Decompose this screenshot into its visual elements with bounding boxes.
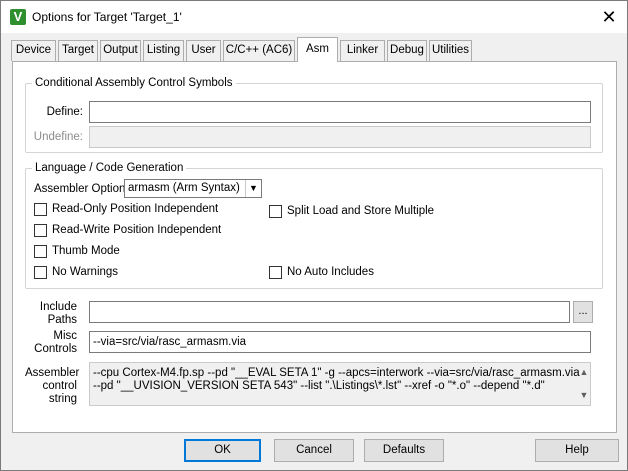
tab-output[interactable]: Output (100, 40, 141, 61)
undefine-label: Undefine: (33, 131, 83, 143)
tab-linker[interactable]: Linker (340, 40, 385, 61)
define-label: Define: (46, 106, 83, 118)
read-only-pi-checkbox[interactable] (34, 203, 47, 216)
ok-button[interactable]: OK (184, 439, 261, 462)
help-button[interactable]: Help (535, 439, 619, 462)
no-warnings-checkbox[interactable] (34, 266, 47, 279)
read-write-pi-label: Read-Write Position Independent (52, 224, 222, 236)
no-auto-includes-label: No Auto Includes (287, 266, 374, 278)
app-icon: V (10, 9, 26, 25)
misc-controls-input[interactable]: --via=src/via/rasc_armasm.via (89, 331, 591, 353)
tab-target[interactable]: Target (58, 40, 98, 61)
tab-user[interactable]: User (186, 40, 221, 61)
assembler-control-line-2: --pd "__UVISION_VERSION SETA 543" --list… (93, 380, 545, 392)
define-input[interactable] (89, 101, 591, 123)
tab-debug[interactable]: Debug (387, 40, 427, 61)
language-code-generation-title: Language / Code Generation (32, 162, 187, 174)
tab-listing[interactable]: Listing (143, 40, 184, 61)
tab-c-cpp[interactable]: C/C++ (AC6) (223, 40, 295, 61)
assembler-option-value: armasm (Arm Syntax) (128, 182, 240, 194)
include-paths-input[interactable] (89, 301, 570, 323)
misc-controls-label-line2: Controls (34, 343, 77, 355)
scroll-down-icon[interactable]: ▼ (578, 389, 590, 401)
tab-asm[interactable]: Asm (297, 37, 338, 62)
include-paths-label-line2: Paths (47, 314, 77, 326)
conditional-assembly-title: Conditional Assembly Control Symbols (32, 77, 236, 89)
scroll-up-icon[interactable]: ▲ (578, 366, 590, 378)
no-auto-includes-checkbox[interactable] (269, 266, 282, 279)
assembler-control-string-textarea[interactable]: --cpu Cortex-M4.fp.sp --pd "__EVAL SETA … (89, 362, 591, 406)
assembler-control-label-line3: string (48, 393, 77, 405)
tab-device[interactable]: Device (11, 40, 56, 61)
close-icon[interactable]: ✕ (597, 5, 621, 29)
no-warnings-label: No Warnings (52, 266, 119, 278)
read-only-pi-label: Read-Only Position Independent (52, 203, 219, 215)
thumb-mode-checkbox[interactable] (34, 245, 47, 258)
window-title: Options for Target 'Target_1' (32, 10, 182, 24)
thumb-mode-label: Thumb Mode (52, 245, 120, 257)
options-dialog: V Options for Target 'Target_1' ✕ Device… (0, 0, 628, 471)
title-bar: V Options for Target 'Target_1' ✕ (1, 1, 627, 33)
misc-controls-label-line1: Misc (53, 330, 77, 342)
assembler-option-select[interactable]: armasm (Arm Syntax) ▼ (124, 179, 262, 198)
assembler-control-label-line2: control (42, 380, 77, 392)
undefine-input (89, 126, 591, 148)
read-write-pi-checkbox[interactable] (34, 224, 47, 237)
assembler-control-line-1: --cpu Cortex-M4.fp.sp --pd "__EVAL SETA … (93, 367, 580, 379)
tab-utilities[interactable]: Utilities (429, 40, 472, 61)
cancel-button[interactable]: Cancel (274, 439, 354, 462)
defaults-button[interactable]: Defaults (364, 439, 444, 462)
include-paths-label-line1: Include (39, 301, 77, 313)
split-load-store-checkbox[interactable] (269, 205, 282, 218)
assembler-control-label-line1: Assembler (25, 367, 80, 379)
misc-controls-label: Misc Controls (31, 330, 77, 356)
include-paths-label: Include Paths (31, 301, 77, 327)
assembler-control-string-label: Assembler control string (25, 367, 80, 406)
assembler-option-label: Assembler Option: (34, 183, 129, 195)
split-load-store-label: Split Load and Store Multiple (287, 205, 435, 217)
chevron-down-icon: ▼ (245, 180, 261, 197)
include-paths-browse-button[interactable]: ... (573, 301, 593, 323)
